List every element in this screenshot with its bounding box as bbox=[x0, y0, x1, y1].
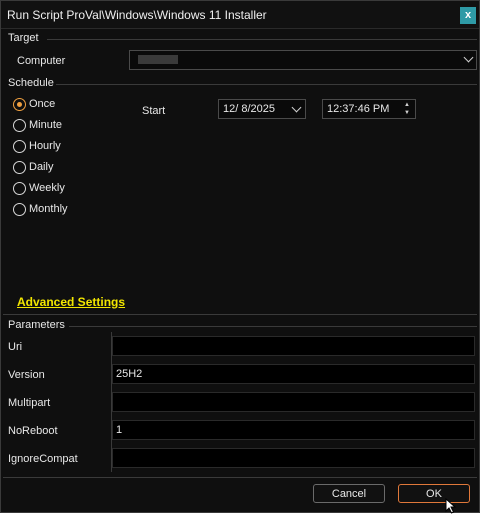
start-label: Start bbox=[142, 105, 166, 117]
footer-divider bbox=[3, 477, 477, 478]
param-label-uri: Uri bbox=[8, 341, 23, 353]
parameters-group-divider bbox=[69, 326, 477, 327]
close-icon: x bbox=[464, 9, 472, 21]
start-date-picker[interactable]: 12/ 8/2025 bbox=[218, 99, 306, 119]
param-label-noreboot: NoReboot bbox=[8, 425, 58, 437]
radio-label: Minute bbox=[29, 119, 63, 131]
parameters-group-label: Parameters bbox=[8, 319, 65, 331]
advanced-settings-link[interactable]: Advanced Settings bbox=[17, 295, 125, 309]
close-button[interactable]: x bbox=[460, 7, 476, 24]
radio-label: Hourly bbox=[29, 140, 61, 152]
param-input-multipart[interactable] bbox=[112, 392, 475, 412]
radio-unchecked-icon bbox=[13, 139, 26, 153]
mouse-pointer-icon bbox=[445, 498, 457, 514]
param-label-ignorecompat: IgnoreCompat bbox=[8, 453, 78, 465]
param-input-uri[interactable] bbox=[112, 336, 475, 356]
radio-daily[interactable]: Daily bbox=[13, 159, 53, 175]
ok-button[interactable]: OK bbox=[398, 484, 470, 503]
radio-label: Monthly bbox=[29, 203, 68, 215]
chevron-down-icon[interactable] bbox=[291, 102, 302, 113]
schedule-group-label: Schedule bbox=[8, 77, 54, 89]
start-time-value: 12:37:46 PM bbox=[327, 103, 390, 115]
parameters-top-divider bbox=[3, 314, 477, 315]
caret-up-icon[interactable]: ▲ bbox=[400, 101, 414, 109]
param-label-multipart: Multipart bbox=[8, 397, 51, 409]
target-group-label: Target bbox=[8, 32, 39, 44]
radio-label: Weekly bbox=[29, 182, 65, 194]
radio-checked-icon bbox=[13, 97, 26, 111]
radio-label: Once bbox=[29, 98, 56, 110]
radio-hourly[interactable]: Hourly bbox=[13, 138, 61, 154]
window-title: Run Script ProVal\Windows\Windows 11 Ins… bbox=[7, 8, 267, 22]
radio-unchecked-icon bbox=[13, 160, 26, 174]
computer-select[interactable] bbox=[129, 50, 477, 70]
schedule-group-divider bbox=[56, 84, 477, 85]
radio-monthly[interactable]: Monthly bbox=[13, 201, 68, 217]
radio-label: Daily bbox=[29, 161, 54, 173]
cancel-button[interactable]: Cancel bbox=[313, 484, 385, 503]
radio-unchecked-icon bbox=[13, 181, 26, 195]
radio-unchecked-icon bbox=[13, 202, 26, 216]
title-bar: Run Script ProVal\Windows\Windows 11 Ins… bbox=[1, 1, 479, 29]
param-input-ignorecompat[interactable] bbox=[112, 448, 475, 468]
radio-unchecked-icon bbox=[13, 118, 26, 132]
chevron-down-icon bbox=[463, 52, 474, 63]
radio-weekly[interactable]: Weekly bbox=[13, 180, 65, 196]
start-time-picker[interactable]: 12:37:46 PM ▲ ▼ bbox=[322, 99, 416, 119]
param-input-version[interactable]: 25H2 bbox=[112, 364, 475, 384]
computer-name-redacted bbox=[138, 55, 178, 64]
param-input-noreboot[interactable]: 1 bbox=[112, 420, 475, 440]
param-value: 25H2 bbox=[116, 368, 143, 380]
run-script-dialog: Run Script ProVal\Windows\Windows 11 Ins… bbox=[0, 0, 480, 514]
computer-label: Computer bbox=[17, 55, 66, 67]
start-date-value: 12/ 8/2025 bbox=[223, 103, 275, 115]
param-value: 1 bbox=[116, 424, 123, 436]
param-label-version: Version bbox=[8, 369, 45, 381]
radio-once[interactable]: Once bbox=[13, 96, 55, 112]
caret-down-icon[interactable]: ▼ bbox=[400, 109, 414, 117]
target-group-divider bbox=[47, 39, 477, 40]
radio-minute[interactable]: Minute bbox=[13, 117, 62, 133]
